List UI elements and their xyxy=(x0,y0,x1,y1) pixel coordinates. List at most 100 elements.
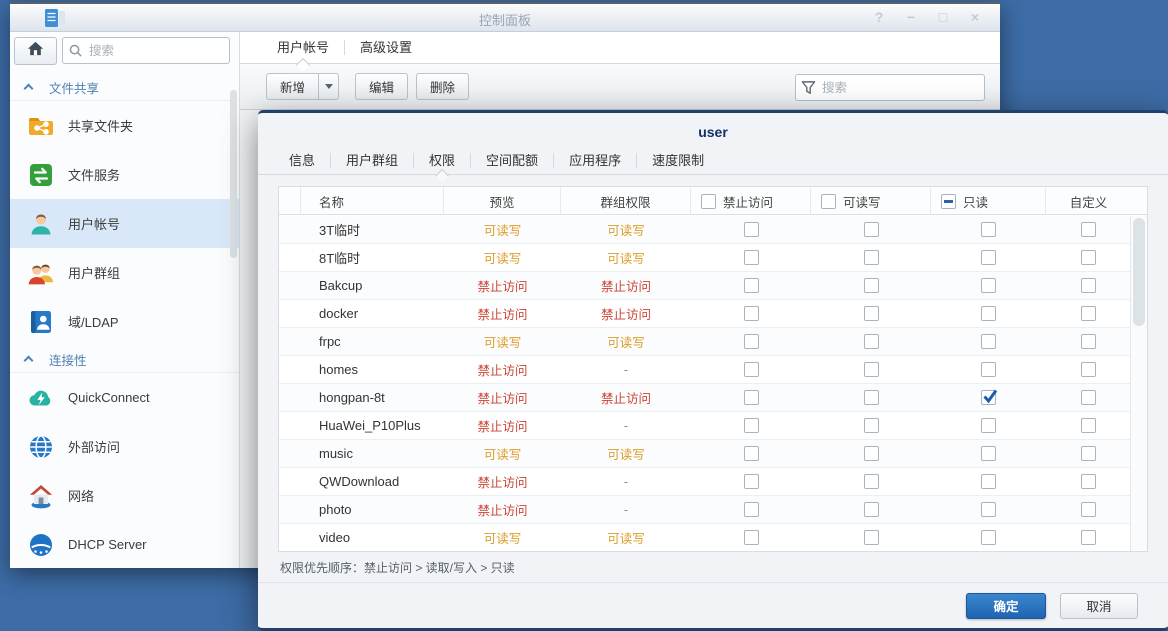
table-row-photo[interactable]: photo禁止访问- xyxy=(279,496,1130,524)
table-scrollbar-thumb[interactable] xyxy=(1133,218,1145,326)
sidebar-item-item[interactable]: 用户帐号 xyxy=(10,199,239,248)
dialog-tab-item[interactable]: 权限 xyxy=(414,147,470,175)
no-access-checkbox[interactable] xyxy=(744,530,759,545)
sidebar-item-item[interactable]: 共享文件夹 xyxy=(10,101,239,150)
custom-checkbox[interactable] xyxy=(1081,390,1096,405)
header-checkbox-no-access[interactable] xyxy=(701,194,716,209)
no-access-checkbox[interactable] xyxy=(744,222,759,237)
toolbar-search-input[interactable] xyxy=(795,74,985,101)
dialog-tab-item[interactable]: 应用程序 xyxy=(554,147,636,175)
help-button[interactable]: ? xyxy=(870,9,888,25)
dialog-tab-item[interactable]: 用户群组 xyxy=(331,147,413,175)
sidebar-item-quickconnect[interactable]: QuickConnect xyxy=(10,373,239,422)
read-only-checkbox[interactable] xyxy=(981,474,996,489)
sidebar-item-item[interactable]: 文件服务 xyxy=(10,150,239,199)
tab-item[interactable]: 高级设置 xyxy=(345,32,427,64)
dialog-tab-item[interactable]: 信息 xyxy=(274,147,330,175)
read-write-checkbox[interactable] xyxy=(864,502,879,517)
table-row-music[interactable]: music可读写可读写 xyxy=(279,440,1130,468)
filter-icon xyxy=(801,80,816,95)
home-button[interactable] xyxy=(14,37,57,65)
read-only-checkbox[interactable] xyxy=(981,502,996,517)
no-access-checkbox[interactable] xyxy=(744,362,759,377)
read-only-checkbox[interactable] xyxy=(981,390,996,405)
no-access-checkbox[interactable] xyxy=(744,418,759,433)
table-row-video[interactable]: video可读写可读写 xyxy=(279,524,1130,551)
table-row-docker[interactable]: docker禁止访问禁止访问 xyxy=(279,300,1130,328)
custom-checkbox[interactable] xyxy=(1081,222,1096,237)
sidebar-item-item[interactable]: 网络 xyxy=(10,471,239,520)
read-write-checkbox[interactable] xyxy=(864,306,879,321)
read-write-checkbox[interactable] xyxy=(864,362,879,377)
no-access-checkbox[interactable] xyxy=(744,474,759,489)
custom-checkbox[interactable] xyxy=(1081,502,1096,517)
minimize-button[interactable]: − xyxy=(902,9,920,25)
delete-button[interactable]: 删除 xyxy=(416,73,469,100)
no-access-checkbox[interactable] xyxy=(744,446,759,461)
custom-checkbox[interactable] xyxy=(1081,446,1096,461)
tab-item[interactable]: 用户帐号 xyxy=(262,32,344,64)
read-write-checkbox[interactable] xyxy=(864,530,879,545)
sidebar-item-item[interactable]: 用户群组 xyxy=(10,248,239,297)
header-checkbox-read-only[interactable] xyxy=(941,194,956,209)
read-only-checkbox[interactable] xyxy=(981,362,996,377)
read-write-checkbox[interactable] xyxy=(864,278,879,293)
ok-button[interactable]: 确定 xyxy=(966,593,1046,619)
read-write-checkbox[interactable] xyxy=(864,474,879,489)
read-only-checkbox[interactable] xyxy=(981,530,996,545)
sidebar-category-item[interactable]: 文件共享 xyxy=(10,74,239,101)
custom-checkbox[interactable] xyxy=(1081,530,1096,545)
no-access-checkbox[interactable] xyxy=(744,306,759,321)
read-write-checkbox[interactable] xyxy=(864,418,879,433)
custom-checkbox[interactable] xyxy=(1081,474,1096,489)
no-access-checkbox[interactable] xyxy=(744,390,759,405)
table-row-bakcup[interactable]: Bakcup禁止访问禁止访问 xyxy=(279,272,1130,300)
cancel-button[interactable]: 取消 xyxy=(1060,593,1138,619)
close-button[interactable]: × xyxy=(966,9,984,25)
read-write-checkbox[interactable] xyxy=(864,250,879,265)
read-only-checkbox[interactable] xyxy=(981,418,996,433)
no-access-checkbox[interactable] xyxy=(744,334,759,349)
add-dropdown-button[interactable] xyxy=(319,73,339,100)
read-only-checkbox[interactable] xyxy=(981,250,996,265)
custom-checkbox[interactable] xyxy=(1081,334,1096,349)
read-only-checkbox[interactable] xyxy=(981,278,996,293)
dialog-tab-item[interactable]: 空间配额 xyxy=(471,147,553,175)
read-only-checkbox[interactable] xyxy=(981,446,996,461)
table-row-8t[interactable]: 8T临时可读写可读写 xyxy=(279,244,1130,272)
read-only-checkbox[interactable] xyxy=(981,334,996,349)
read-write-checkbox[interactable] xyxy=(864,334,879,349)
custom-checkbox[interactable] xyxy=(1081,250,1096,265)
maximize-button[interactable]: □ xyxy=(934,9,952,25)
read-write-checkbox[interactable] xyxy=(864,446,879,461)
table-row-qwdownload[interactable]: QWDownload禁止访问- xyxy=(279,468,1130,496)
table-row-huawei-p10plus[interactable]: HuaWei_P10Plus禁止访问- xyxy=(279,412,1130,440)
external-access-icon xyxy=(27,433,55,461)
add-button[interactable]: 新增 xyxy=(266,73,319,100)
read-write-checkbox[interactable] xyxy=(864,390,879,405)
custom-checkbox[interactable] xyxy=(1081,362,1096,377)
sidebar-category-item[interactable]: 连接性 xyxy=(10,346,239,373)
sidebar-item-dhcp-server[interactable]: DHCP Server xyxy=(10,520,239,568)
sidebar-item-ldap[interactable]: 域/LDAP xyxy=(10,297,239,346)
no-access-checkbox[interactable] xyxy=(744,250,759,265)
custom-checkbox[interactable] xyxy=(1081,418,1096,433)
sidebar-scrollbar[interactable] xyxy=(230,90,237,258)
sidebar-item-item[interactable]: 外部访问 xyxy=(10,422,239,471)
no-access-checkbox[interactable] xyxy=(744,278,759,293)
edit-button[interactable]: 编辑 xyxy=(355,73,408,100)
custom-checkbox[interactable] xyxy=(1081,278,1096,293)
custom-checkbox[interactable] xyxy=(1081,306,1096,321)
read-write-checkbox[interactable] xyxy=(864,222,879,237)
read-only-checkbox[interactable] xyxy=(981,306,996,321)
table-row-frpc[interactable]: frpc可读写可读写 xyxy=(279,328,1130,356)
sidebar-search-input[interactable] xyxy=(62,37,230,64)
header-checkbox-read-write[interactable] xyxy=(821,194,836,209)
table-row-homes[interactable]: homes禁止访问- xyxy=(279,356,1130,384)
table-row-hongpan-8t[interactable]: hongpan-8t禁止访问禁止访问 xyxy=(279,384,1130,412)
table-scrollbar[interactable] xyxy=(1130,216,1147,551)
dialog-tab-item[interactable]: 速度限制 xyxy=(637,147,719,175)
read-only-checkbox[interactable] xyxy=(981,222,996,237)
table-row-3t[interactable]: 3T临时可读写可读写 xyxy=(279,216,1130,244)
no-access-checkbox[interactable] xyxy=(744,502,759,517)
